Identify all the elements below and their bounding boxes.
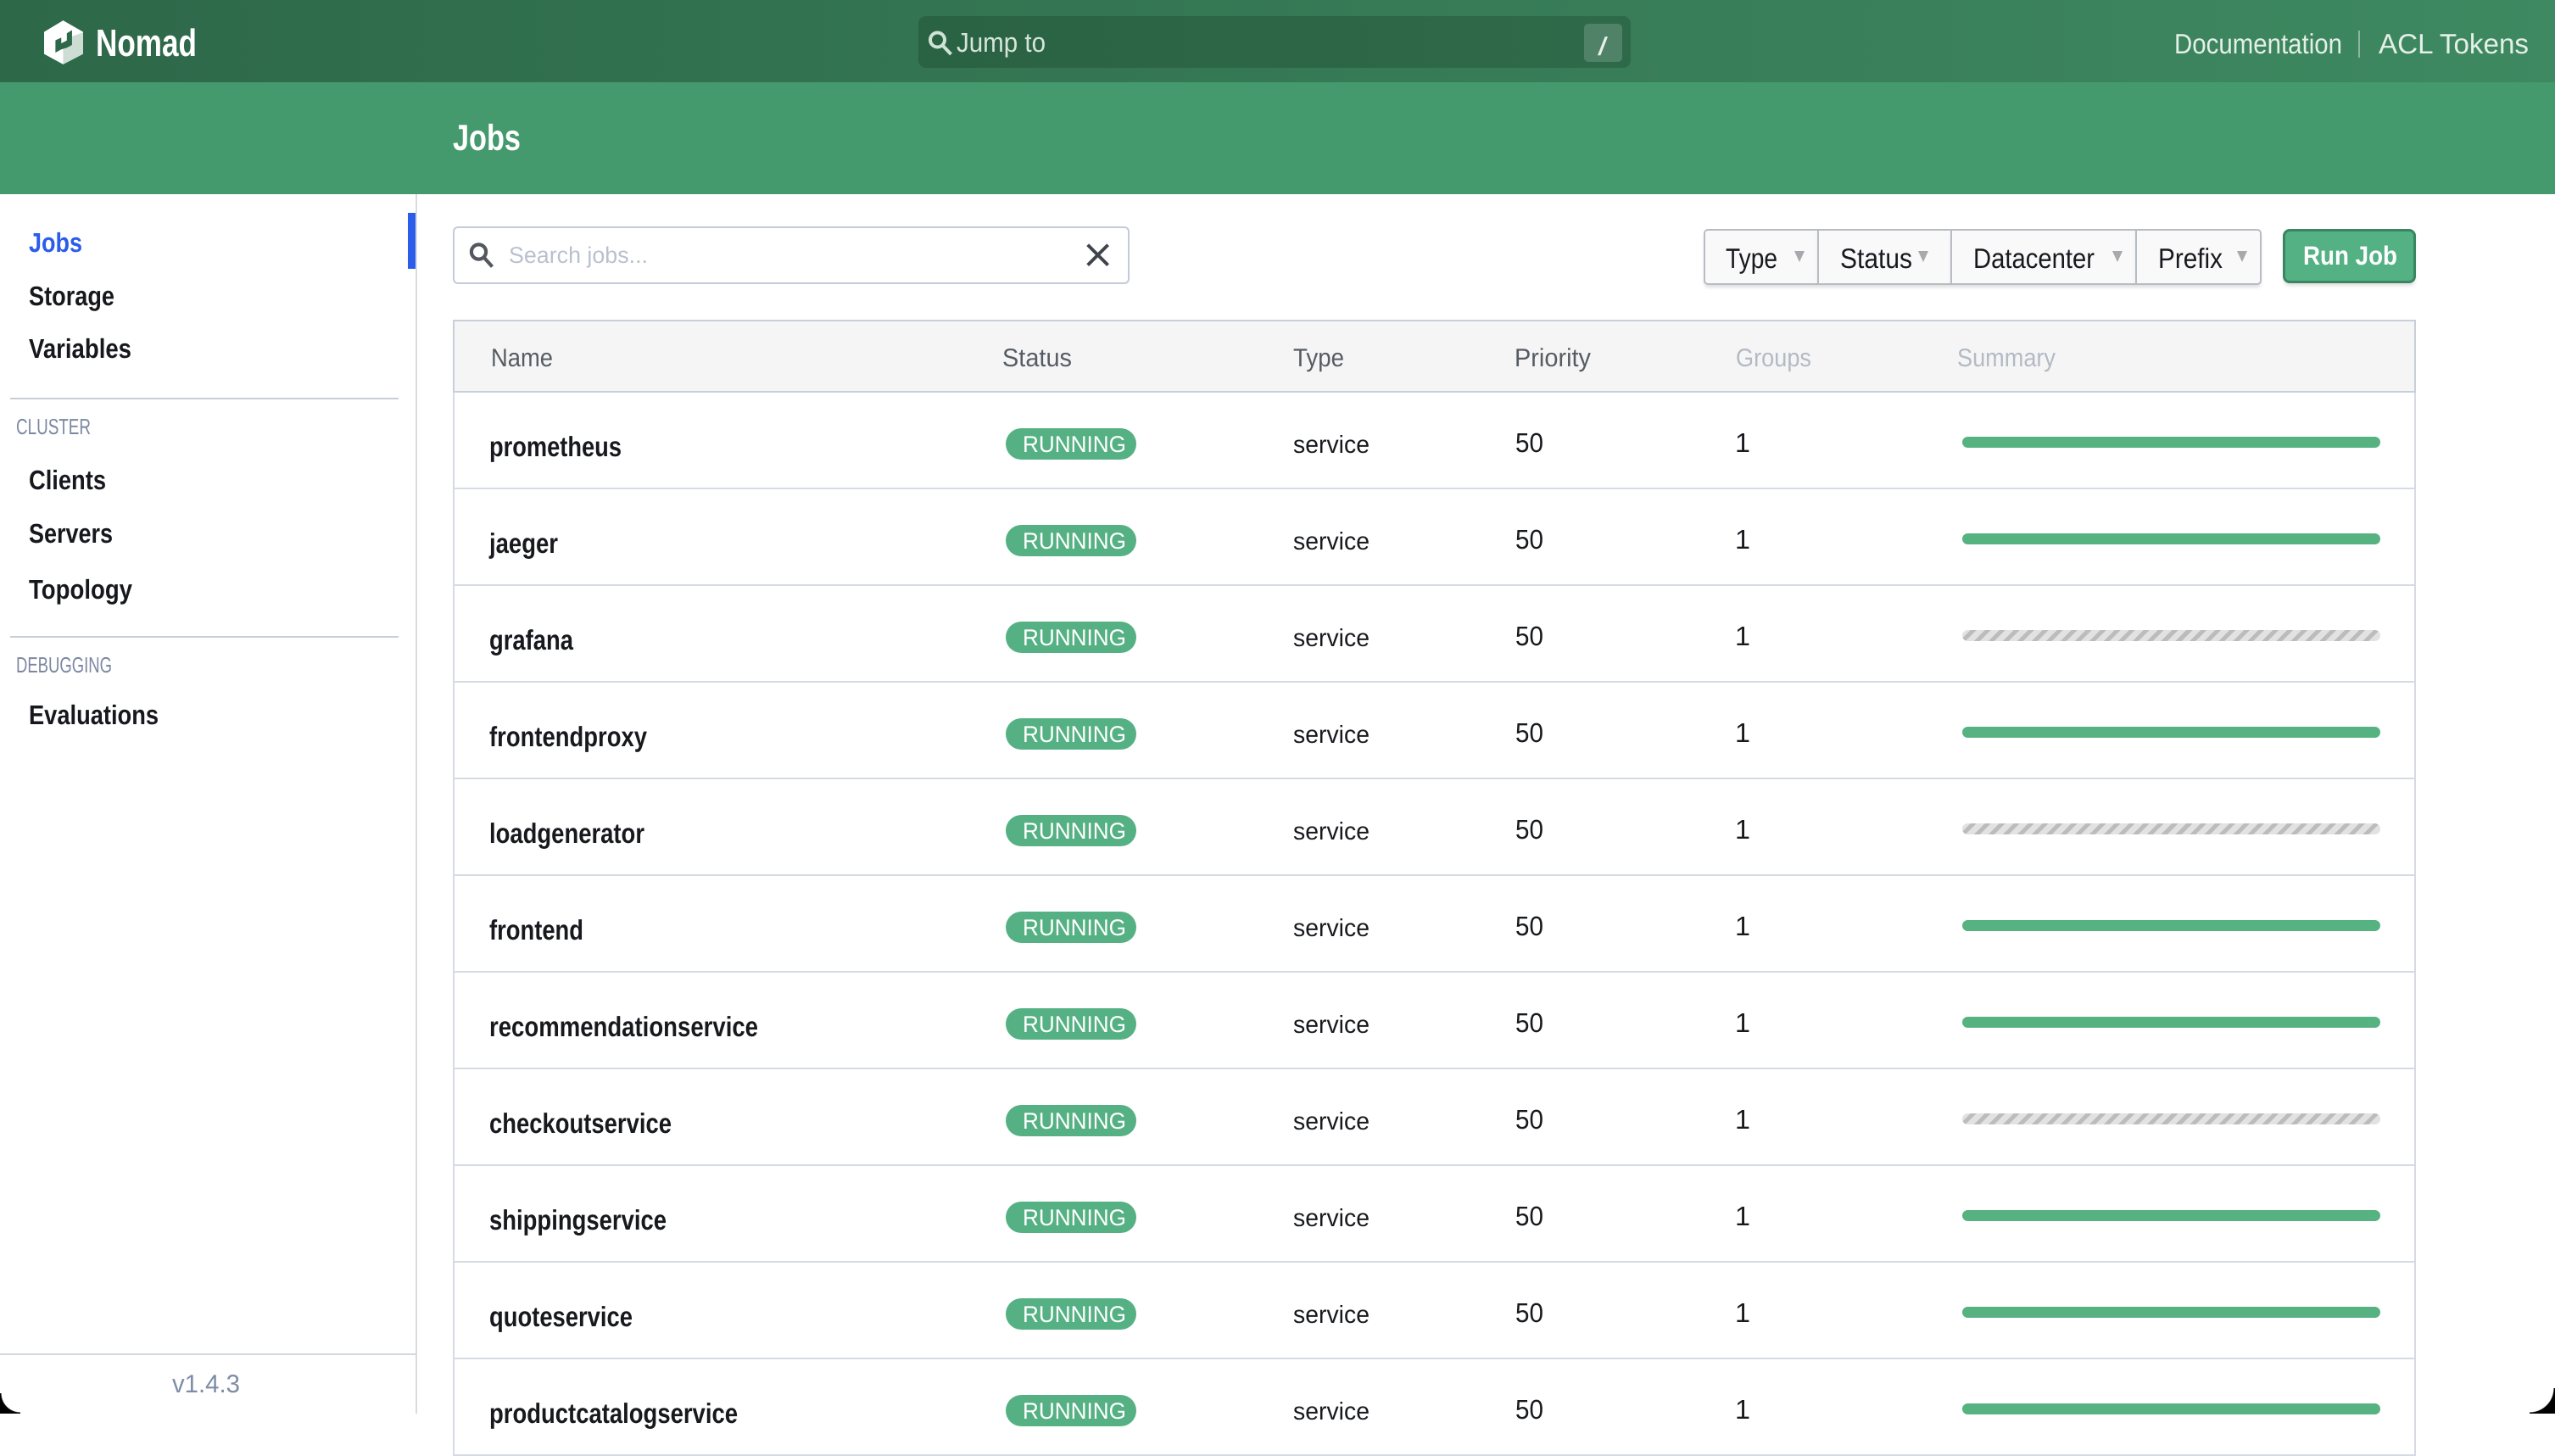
svg-text:ACL Tokens: ACL Tokens	[2379, 28, 2529, 59]
svg-text:1: 1	[1735, 524, 1750, 555]
svg-text:50: 50	[1515, 1297, 1543, 1328]
svg-text:Storage: Storage	[29, 281, 114, 311]
svg-text:50: 50	[1515, 1007, 1543, 1038]
svg-text:service: service	[1293, 528, 1370, 555]
svg-text:RUNNING: RUNNING	[1023, 432, 1126, 457]
svg-text:Groups: Groups	[1736, 344, 1811, 372]
svg-text:grafana: grafana	[489, 624, 574, 655]
svg-text:frontend: frontend	[489, 914, 583, 946]
svg-text:50: 50	[1515, 427, 1543, 458]
svg-text:Jobs: Jobs	[29, 227, 82, 258]
svg-text:RUNNING: RUNNING	[1023, 528, 1126, 554]
svg-text:Jobs: Jobs	[453, 118, 521, 159]
svg-text:50: 50	[1515, 1201, 1543, 1231]
svg-text:/: /	[1598, 33, 1609, 61]
svg-text:frontendproxy: frontendproxy	[489, 721, 648, 752]
svg-text:service: service	[1293, 625, 1370, 652]
svg-text:loadgenerator: loadgenerator	[489, 817, 644, 849]
svg-text:Priority: Priority	[1515, 344, 1591, 372]
svg-text:1: 1	[1735, 1201, 1750, 1231]
svg-text:service: service	[1293, 1205, 1370, 1232]
svg-text:Search jobs...: Search jobs...	[509, 243, 648, 268]
svg-text:1: 1	[1735, 427, 1750, 458]
svg-text:service: service	[1293, 1108, 1370, 1135]
svg-text:RUNNING: RUNNING	[1023, 1108, 1126, 1134]
svg-text:service: service	[1293, 1398, 1370, 1425]
svg-text:50: 50	[1515, 911, 1543, 941]
svg-text:Servers: Servers	[29, 518, 113, 549]
svg-text:1: 1	[1735, 911, 1750, 941]
svg-text:RUNNING: RUNNING	[1023, 1302, 1126, 1327]
svg-text:CLUSTER: CLUSTER	[16, 414, 91, 439]
svg-text:prometheus: prometheus	[489, 431, 622, 462]
svg-text:recommendationservice: recommendationservice	[489, 1011, 758, 1042]
svg-text:Status: Status	[1002, 344, 1072, 372]
svg-text:service: service	[1293, 1302, 1370, 1329]
svg-text:Jump to: Jump to	[957, 27, 1046, 58]
svg-text:Prefix: Prefix	[2158, 243, 2223, 274]
svg-text:Type: Type	[1726, 243, 1777, 274]
svg-text:DEBUGGING: DEBUGGING	[16, 652, 112, 678]
svg-text:jaeger: jaeger	[488, 527, 558, 559]
svg-text:RUNNING: RUNNING	[1023, 818, 1126, 844]
svg-text:Datacenter: Datacenter	[1973, 243, 2095, 274]
svg-text:Type: Type	[1293, 344, 1344, 372]
svg-text:RUNNING: RUNNING	[1023, 1012, 1126, 1037]
svg-text:50: 50	[1515, 621, 1543, 651]
svg-text:Documentation: Documentation	[2174, 28, 2342, 59]
svg-text:Variables: Variables	[29, 333, 131, 364]
svg-text:RUNNING: RUNNING	[1023, 915, 1126, 940]
svg-text:50: 50	[1515, 814, 1543, 845]
svg-text:1: 1	[1735, 1394, 1750, 1425]
svg-text:service: service	[1293, 722, 1370, 749]
svg-text:50: 50	[1515, 1104, 1543, 1135]
svg-text:1: 1	[1735, 717, 1750, 748]
svg-text:RUNNING: RUNNING	[1023, 722, 1126, 747]
svg-text:Clients: Clients	[29, 465, 106, 495]
svg-text:v1.4.3: v1.4.3	[172, 1370, 240, 1398]
svg-text:RUNNING: RUNNING	[1023, 1398, 1126, 1424]
svg-text:service: service	[1293, 1012, 1370, 1039]
svg-text:Nomad: Nomad	[96, 21, 197, 64]
svg-text:RUNNING: RUNNING	[1023, 625, 1126, 650]
svg-text:1: 1	[1735, 1297, 1750, 1328]
svg-text:Summary: Summary	[1957, 344, 2056, 372]
svg-text:50: 50	[1515, 717, 1543, 748]
svg-text:Name: Name	[491, 344, 553, 372]
svg-text:1: 1	[1735, 814, 1750, 845]
svg-text:50: 50	[1515, 524, 1543, 555]
svg-text:1: 1	[1735, 1104, 1750, 1135]
svg-text:50: 50	[1515, 1394, 1543, 1425]
svg-text:1: 1	[1735, 1007, 1750, 1038]
svg-text:RUNNING: RUNNING	[1023, 1205, 1126, 1230]
svg-text:shippingservice: shippingservice	[489, 1204, 667, 1236]
svg-text:checkoutservice: checkoutservice	[489, 1107, 672, 1139]
svg-text:service: service	[1293, 432, 1370, 459]
svg-text:Run Job: Run Job	[2303, 241, 2397, 271]
svg-text:quoteservice: quoteservice	[489, 1301, 633, 1332]
svg-text:1: 1	[1735, 621, 1750, 651]
svg-text:Status: Status	[1840, 243, 1912, 274]
svg-text:Evaluations: Evaluations	[29, 700, 159, 730]
svg-text:service: service	[1293, 818, 1370, 845]
svg-text:Topology: Topology	[29, 574, 132, 605]
svg-text:service: service	[1293, 915, 1370, 942]
